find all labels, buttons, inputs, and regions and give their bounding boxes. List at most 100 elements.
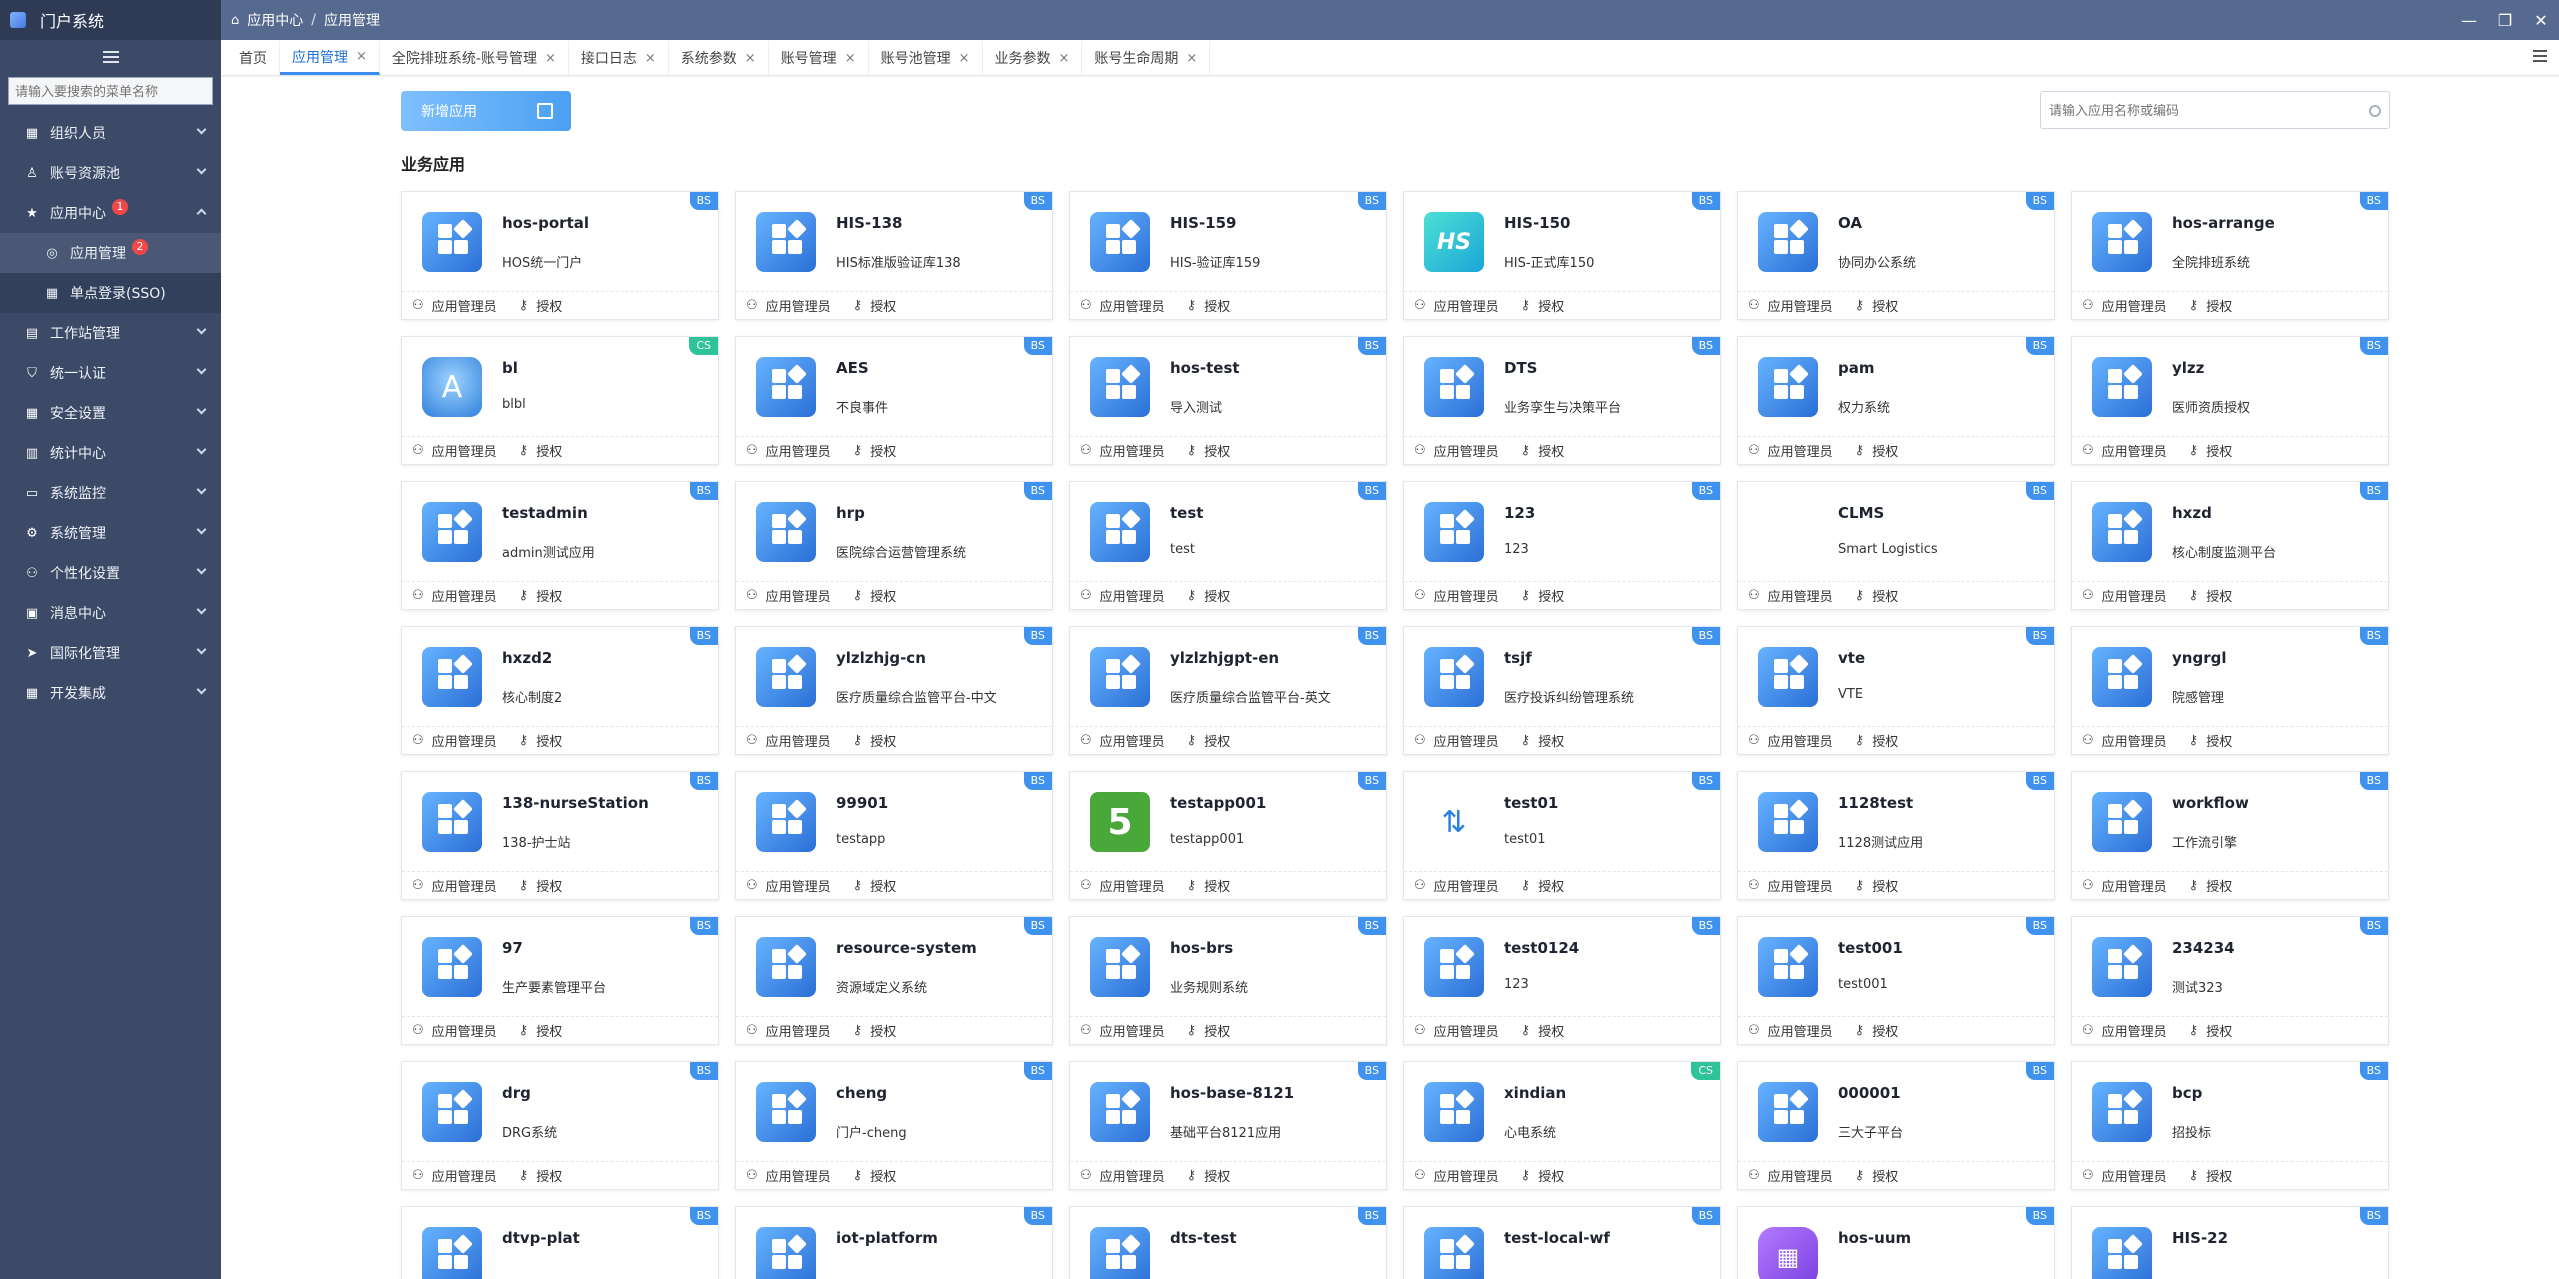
user-settings-icon[interactable]: ⚇ bbox=[1748, 878, 1760, 893]
sidebar-item[interactable]: ➤ 国际化管理 bbox=[0, 633, 221, 673]
app-card[interactable]: BS dtvp-plat ⚇ 应用管理员 ⚷ 授权 bbox=[401, 1206, 719, 1279]
key-icon[interactable]: ⚷ bbox=[519, 733, 529, 748]
grant-link[interactable]: 授权 bbox=[536, 876, 562, 895]
key-icon[interactable]: ⚷ bbox=[2189, 878, 2199, 893]
app-card[interactable]: BS hos-brs 业务规则系统 ⚇ 应用管理员 ⚷ 授权 bbox=[1069, 916, 1387, 1045]
app-card[interactable]: BS 1128test 1128测试应用 ⚇ 应用管理员 ⚷ 授权 bbox=[1737, 771, 2055, 900]
app-admin-link[interactable]: 应用管理员 bbox=[2102, 1021, 2167, 1040]
app-admin-link[interactable]: 应用管理员 bbox=[766, 586, 831, 605]
key-icon[interactable]: ⚷ bbox=[853, 588, 863, 603]
app-card[interactable]: BS 5 testapp001 testapp001 ⚇ 应用管理员 ⚷ 授权 bbox=[1069, 771, 1387, 900]
grant-link[interactable]: 授权 bbox=[2206, 1021, 2232, 1040]
close-tab-icon[interactable]: × bbox=[745, 51, 756, 66]
user-settings-icon[interactable]: ⚇ bbox=[1414, 298, 1426, 313]
grant-link[interactable]: 授权 bbox=[1204, 296, 1230, 315]
key-icon[interactable]: ⚷ bbox=[1187, 443, 1197, 458]
app-search-input[interactable] bbox=[2040, 91, 2390, 129]
user-settings-icon[interactable]: ⚇ bbox=[1748, 1168, 1760, 1183]
grant-link[interactable]: 授权 bbox=[2206, 1166, 2232, 1185]
sidebar-item[interactable]: ▦ 开发集成 bbox=[0, 673, 221, 713]
tab[interactable]: 业务参数 × bbox=[983, 41, 1083, 75]
key-icon[interactable]: ⚷ bbox=[1187, 298, 1197, 313]
app-card[interactable]: BS ylzz 医师资质授权 ⚇ 应用管理员 ⚷ 授权 bbox=[2071, 336, 2389, 465]
grant-link[interactable]: 授权 bbox=[1872, 586, 1898, 605]
app-card[interactable]: BS 138-nurseStation 138-护士站 ⚇ 应用管理员 ⚷ 授权 bbox=[401, 771, 719, 900]
app-card[interactable]: BS hos-test 导入测试 ⚇ 应用管理员 ⚷ 授权 bbox=[1069, 336, 1387, 465]
app-card[interactable]: BS test test ⚇ 应用管理员 ⚷ 授权 bbox=[1069, 481, 1387, 610]
grant-link[interactable]: 授权 bbox=[1872, 1166, 1898, 1185]
app-admin-link[interactable]: 应用管理员 bbox=[1434, 296, 1499, 315]
app-card[interactable]: BS 99901 testapp ⚇ 应用管理员 ⚷ 授权 bbox=[735, 771, 1053, 900]
app-admin-link[interactable]: 应用管理员 bbox=[1434, 876, 1499, 895]
grant-link[interactable]: 授权 bbox=[1538, 1021, 1564, 1040]
key-icon[interactable]: ⚷ bbox=[853, 1168, 863, 1183]
app-card[interactable]: BS HIS-22 ⚇ 应用管理员 ⚷ 授权 bbox=[2071, 1206, 2389, 1279]
app-admin-link[interactable]: 应用管理员 bbox=[766, 1166, 831, 1185]
app-admin-link[interactable]: 应用管理员 bbox=[2102, 876, 2167, 895]
user-settings-icon[interactable]: ⚇ bbox=[1080, 1023, 1092, 1038]
user-settings-icon[interactable]: ⚇ bbox=[1080, 588, 1092, 603]
user-settings-icon[interactable]: ⚇ bbox=[746, 298, 758, 313]
app-admin-link[interactable]: 应用管理员 bbox=[2102, 1166, 2167, 1185]
sidebar-subitem[interactable]: ▦ 单点登录(SSO) bbox=[0, 273, 221, 313]
tab[interactable]: 首页 bbox=[227, 41, 280, 75]
app-card[interactable]: BS ylzlzhjg-cn 医疗质量综合监管平台-中文 ⚇ 应用管理员 ⚷ 授… bbox=[735, 626, 1053, 755]
grant-link[interactable]: 授权 bbox=[1872, 876, 1898, 895]
app-card[interactable]: BS iot-platform ⚇ 应用管理员 ⚷ 授权 bbox=[735, 1206, 1053, 1279]
tab[interactable]: 账号池管理 × bbox=[869, 41, 983, 75]
app-admin-link[interactable]: 应用管理员 bbox=[432, 441, 497, 460]
user-settings-icon[interactable]: ⚇ bbox=[1080, 1168, 1092, 1183]
close-tab-icon[interactable]: × bbox=[845, 51, 856, 66]
app-card[interactable]: BS test-local-wf ⚇ 应用管理员 ⚷ 授权 bbox=[1403, 1206, 1721, 1279]
app-admin-link[interactable]: 应用管理员 bbox=[1768, 876, 1833, 895]
app-admin-link[interactable]: 应用管理员 bbox=[766, 731, 831, 750]
user-settings-icon[interactable]: ⚇ bbox=[412, 298, 424, 313]
grant-link[interactable]: 授权 bbox=[536, 441, 562, 460]
sidebar-item[interactable]: ▣ 消息中心 bbox=[0, 593, 221, 633]
app-card[interactable]: BS HIS-138 HIS标准版验证库138 ⚇ 应用管理员 ⚷ 授权 bbox=[735, 191, 1053, 320]
key-icon[interactable]: ⚷ bbox=[853, 733, 863, 748]
key-icon[interactable]: ⚷ bbox=[1855, 878, 1865, 893]
close-tab-icon[interactable]: × bbox=[959, 51, 970, 66]
key-icon[interactable]: ⚷ bbox=[853, 298, 863, 313]
menu-icon[interactable] bbox=[102, 51, 119, 63]
grant-link[interactable]: 授权 bbox=[1204, 1166, 1230, 1185]
search-icon[interactable] bbox=[2369, 105, 2381, 117]
app-admin-link[interactable]: 应用管理员 bbox=[2102, 586, 2167, 605]
app-admin-link[interactable]: 应用管理员 bbox=[432, 876, 497, 895]
app-admin-link[interactable]: 应用管理员 bbox=[1434, 586, 1499, 605]
key-icon[interactable]: ⚷ bbox=[1855, 733, 1865, 748]
grant-link[interactable]: 授权 bbox=[870, 1166, 896, 1185]
grant-link[interactable]: 授权 bbox=[536, 586, 562, 605]
grant-link[interactable]: 授权 bbox=[1872, 296, 1898, 315]
grant-link[interactable]: 授权 bbox=[1204, 731, 1230, 750]
user-settings-icon[interactable]: ⚇ bbox=[1414, 588, 1426, 603]
user-settings-icon[interactable]: ⚇ bbox=[1748, 733, 1760, 748]
app-admin-link[interactable]: 应用管理员 bbox=[432, 731, 497, 750]
app-card[interactable]: BS cheng 门户-cheng ⚇ 应用管理员 ⚷ 授权 bbox=[735, 1061, 1053, 1190]
key-icon[interactable]: ⚷ bbox=[519, 1168, 529, 1183]
user-settings-icon[interactable]: ⚇ bbox=[2082, 1023, 2094, 1038]
key-icon[interactable]: ⚷ bbox=[1855, 1023, 1865, 1038]
key-icon[interactable]: ⚷ bbox=[1855, 298, 1865, 313]
grant-link[interactable]: 授权 bbox=[870, 441, 896, 460]
grant-link[interactable]: 授权 bbox=[1872, 441, 1898, 460]
grant-link[interactable]: 授权 bbox=[536, 296, 562, 315]
key-icon[interactable]: ⚷ bbox=[519, 588, 529, 603]
user-settings-icon[interactable]: ⚇ bbox=[2082, 443, 2094, 458]
grant-link[interactable]: 授权 bbox=[870, 876, 896, 895]
key-icon[interactable]: ⚷ bbox=[1187, 588, 1197, 603]
app-admin-link[interactable]: 应用管理员 bbox=[766, 441, 831, 460]
app-card[interactable]: BS ⇅ test01 test01 ⚇ 应用管理员 ⚷ 授权 bbox=[1403, 771, 1721, 900]
user-settings-icon[interactable]: ⚇ bbox=[1748, 588, 1760, 603]
key-icon[interactable]: ⚷ bbox=[519, 1023, 529, 1038]
restore-icon[interactable]: ❐ bbox=[2487, 11, 2523, 30]
grant-link[interactable]: 授权 bbox=[536, 731, 562, 750]
app-card[interactable]: BS hxzd2 核心制度2 ⚇ 应用管理员 ⚷ 授权 bbox=[401, 626, 719, 755]
sidebar-toggle[interactable] bbox=[0, 40, 221, 74]
app-card[interactable]: BS workflow 工作流引擎 ⚇ 应用管理员 ⚷ 授权 bbox=[2071, 771, 2389, 900]
close-tab-icon[interactable]: × bbox=[545, 51, 556, 66]
app-card[interactable]: BS AES 不良事件 ⚇ 应用管理员 ⚷ 授权 bbox=[735, 336, 1053, 465]
grant-link[interactable]: 授权 bbox=[536, 1021, 562, 1040]
tab[interactable]: 账号管理 × bbox=[769, 41, 869, 75]
